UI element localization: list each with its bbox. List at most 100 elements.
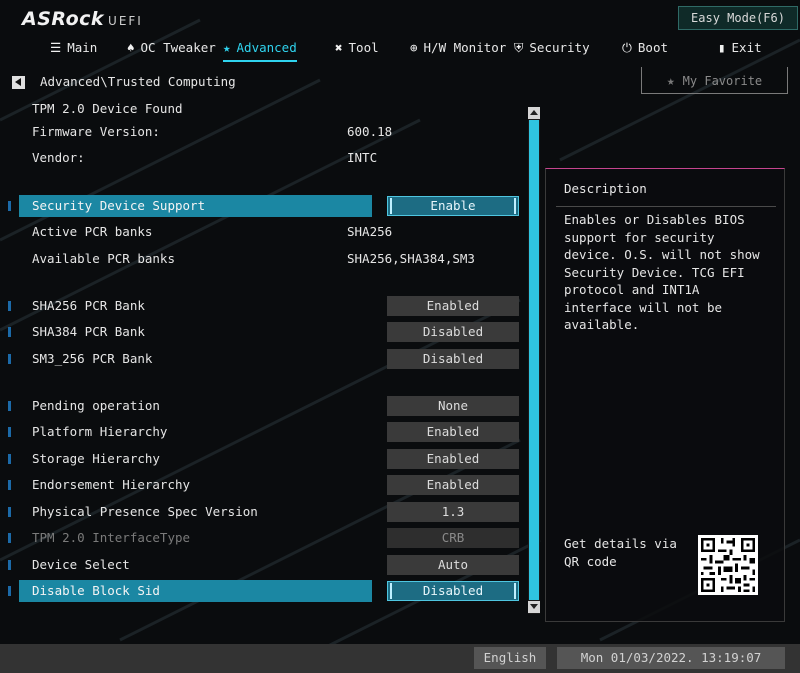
logo-text: ASRock [22,8,105,30]
tab-security[interactable]: ⛨ Security [514,38,590,60]
firmware-row: Firmware Version: 600.18 [0,121,530,143]
my-favorite-button[interactable]: ★ My Favorite [641,67,788,94]
tpm-interface-type-option: CRB [387,528,519,548]
row-marker [8,354,11,364]
setting-label: Security Device Support [32,198,206,213]
qr-code-icon [698,535,758,595]
sha256-pcr-bank-option[interactable]: Enabled [387,296,519,316]
pending-operation-row[interactable]: Pending operation None [0,395,530,417]
pending-operation-option[interactable]: None [387,396,519,416]
tab-advanced[interactable]: ★ Advanced [223,38,297,62]
description-text: Enables or Disables BIOS support for sec… [564,212,760,332]
footer-bar: English Mon 01/03/2022. 13:19:07 [0,644,800,673]
endorsement-hierarchy-option[interactable]: Enabled [387,475,519,495]
row-marker [8,327,11,337]
tab-hw-monitor[interactable]: ⊕ H/W Monitor [410,38,506,60]
active-pcr-value: SHA256 [347,224,393,239]
sm3-pcr-bank-option[interactable]: Disabled [387,349,519,369]
setting-label: Platform Hierarchy [32,424,168,439]
tpm-interface-type-row: TPM 2.0 InterfaceType CRB [0,527,530,549]
row-marker [8,301,11,311]
device-select-option[interactable]: Auto [387,555,519,575]
scroll-down-arrow-icon[interactable] [528,601,540,613]
sha256-pcr-bank-row[interactable]: SHA256 PCR Bank Enabled [0,295,530,317]
language-button[interactable]: English [474,647,546,669]
rocket-icon: ♠ [127,40,135,55]
disable-block-sid-row[interactable]: Disable Block Sid Disabled [0,580,530,602]
setting-label: Device Select [32,557,130,572]
tab-boot[interactable]: ⏻ Boot [622,38,668,60]
tab-oc-tweaker[interactable]: ♠ OC Tweaker [127,38,216,60]
storage-hierarchy-row[interactable]: Storage Hierarchy Enabled [0,448,530,470]
available-pcr-row: Available PCR banks SHA256,SHA384,SM3 [0,248,530,270]
shield-icon: ⛨ [514,40,524,55]
row-marker [8,201,11,211]
row-marker [8,586,11,596]
platform-hierarchy-row[interactable]: Platform Hierarchy Enabled [0,421,530,443]
description-title: Description [564,181,647,196]
row-marker [8,507,11,517]
tab-label: Boot [637,40,668,55]
divider [556,206,776,207]
star-icon: ★ [666,74,675,89]
tab-exit[interactable]: ▮ Exit [718,38,762,60]
tab-tool[interactable]: ✖ Tool [335,38,379,60]
vendor-row: Vendor: INTC [0,147,530,169]
available-pcr-value: SHA256,SHA384,SM3 [347,251,475,266]
tab-label: Security [529,40,590,55]
tab-main[interactable]: ☰ Main [50,38,97,60]
setting-label: Storage Hierarchy [32,451,160,466]
favorite-label: My Favorite [682,74,763,88]
star-icon: ★ [223,40,231,55]
row-marker [8,401,11,411]
main-nav: ☰ Main ♠ OC Tweaker ★ Advanced ✖ Tool ⊕ H/W M… [0,38,800,62]
vendor-label: Vendor: [32,150,85,165]
physical-presence-row[interactable]: Physical Presence Spec Version 1.3 [0,501,530,523]
row-marker [8,480,11,490]
device-select-row[interactable]: Device Select Auto [0,554,530,576]
setting-label: TPM 2.0 InterfaceType [32,530,191,545]
scrollbar-thumb[interactable] [529,120,539,600]
list-icon: ☰ [50,40,62,55]
breadcrumb: Advanced\Trusted Computing [40,74,236,89]
tab-label: Advanced [236,40,297,55]
row-marker [8,560,11,570]
row-marker [8,533,11,543]
setting-label: Endorsement Hierarchy [32,477,191,492]
security-device-support-row[interactable]: Security Device Support Enable [0,195,530,217]
physical-presence-option[interactable]: 1.3 [387,502,519,522]
row-marker [8,454,11,464]
vendor-value: INTC [347,150,378,165]
sm3-pcr-bank-row[interactable]: SM3_256 PCR Bank Disabled [0,348,530,370]
scroll-up-arrow-icon[interactable] [528,107,540,119]
available-pcr-label: Available PCR banks [32,251,175,266]
firmware-label: Firmware Version: [32,124,160,139]
tab-label: OC Tweaker [140,40,216,55]
disable-block-sid-option[interactable]: Disabled [387,581,519,601]
logo-suffix: UEFI [108,14,143,28]
easy-mode-button[interactable]: Easy Mode(F6) [678,6,798,30]
platform-hierarchy-option[interactable]: Enabled [387,422,519,442]
endorsement-hierarchy-row[interactable]: Endorsement Hierarchy Enabled [0,474,530,496]
back-arrow-icon[interactable] [12,76,25,89]
active-pcr-row: Active PCR banks SHA256 [0,221,530,243]
tpm-found-row: TPM 2.0 Device Found [0,98,530,120]
setting-label: Disable Block Sid [32,583,160,598]
exit-icon: ▮ [718,40,726,55]
datetime-display[interactable]: Mon 01/03/2022. 13:19:07 [557,647,785,669]
firmware-value: 600.18 [347,124,393,139]
tab-label: Exit [731,40,762,55]
security-device-support-option[interactable]: Enable [387,196,519,216]
tools-icon: ✖ [335,40,343,55]
storage-hierarchy-option[interactable]: Enabled [387,449,519,469]
sha384-pcr-bank-row[interactable]: SHA384 PCR Bank Disabled [0,321,530,343]
setting-label: SHA384 PCR Bank [32,324,145,339]
sha384-pcr-bank-option[interactable]: Disabled [387,322,519,342]
setting-label: Physical Presence Spec Version [32,504,258,519]
tab-label: Tool [348,40,379,55]
power-icon: ⏻ [622,40,632,55]
description-panel: Description Enables or Disables BIOS sup… [545,168,785,622]
setting-label: SHA256 PCR Bank [32,298,145,313]
tab-label: Main [67,40,98,55]
tpm-found-label: TPM 2.0 Device Found [32,101,183,116]
